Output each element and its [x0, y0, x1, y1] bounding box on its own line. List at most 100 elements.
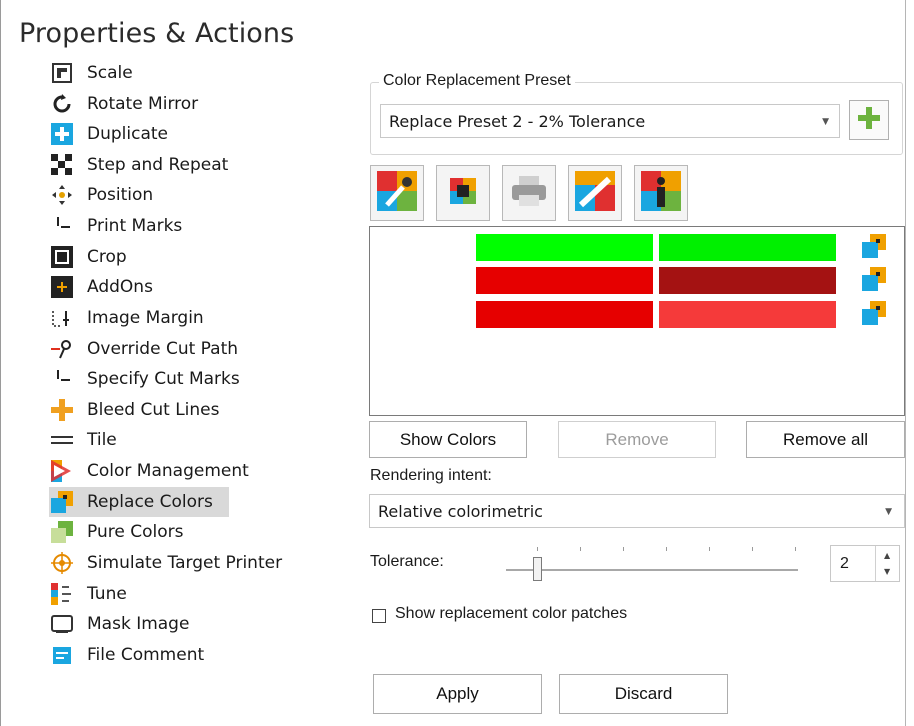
cut-marks-icon: [51, 368, 73, 390]
remove-button[interactable]: Remove: [558, 421, 716, 458]
tile-icon: [51, 429, 73, 451]
sidebar-item-pure-colors[interactable]: Pure Colors: [49, 517, 229, 547]
sidebar-item-label: Step and Repeat: [87, 155, 229, 175]
sidebar-item-rotate-mirror[interactable]: Rotate Mirror: [49, 89, 229, 119]
apply-button[interactable]: Apply: [373, 674, 542, 714]
replacement-color-swatch[interactable]: [659, 301, 836, 328]
sidebar-item-label: Scale: [87, 63, 133, 83]
sidebar-item-color-management[interactable]: Color Management: [49, 456, 249, 486]
show-patches-label: Show replacement color patches: [395, 605, 628, 622]
eyedropper-button[interactable]: [370, 165, 424, 221]
sidebar-item-label: Crop: [87, 247, 127, 267]
sidebar-item-mask-image[interactable]: Mask Image: [49, 609, 229, 639]
chevron-up-icon[interactable]: ▲: [884, 551, 890, 560]
sidebar-item-crop[interactable]: Crop: [49, 242, 229, 272]
preset-selected-value: Replace Preset 2 - 2% Tolerance: [389, 111, 646, 131]
color-patches-button[interactable]: [436, 165, 490, 221]
original-color-swatch[interactable]: [476, 301, 653, 328]
mask-image-icon: [51, 613, 73, 635]
measure-icon: [575, 171, 615, 215]
info-icon: [641, 171, 681, 215]
original-color-swatch[interactable]: [476, 234, 653, 261]
sidebar-item-label: Mask Image: [87, 614, 190, 634]
replace-colors-icon[interactable]: [862, 301, 886, 325]
replace-colors-icon[interactable]: [862, 267, 886, 291]
sidebar-item-replace-colors[interactable]: Replace Colors: [49, 487, 229, 517]
rendering-intent-value: Relative colorimetric: [378, 501, 543, 521]
tolerance-label: Tolerance:: [370, 553, 444, 570]
sidebar-item-file-comment[interactable]: File Comment: [49, 640, 229, 670]
sidebar-item-position[interactable]: Position: [49, 180, 229, 210]
cut-path-icon: [51, 338, 73, 360]
sidebar-item-label: Override Cut Path: [87, 339, 239, 359]
replacement-color-swatch[interactable]: [659, 234, 836, 261]
window-border-right: [905, 0, 906, 726]
sidebar-item-label: Duplicate: [87, 124, 168, 144]
file-comment-icon: [51, 644, 73, 666]
crop-icon: [51, 246, 73, 268]
print-marks-icon: [51, 215, 73, 237]
scale-icon: [51, 62, 73, 84]
tune-icon: [51, 583, 73, 605]
chevron-down-icon[interactable]: ▼: [884, 567, 890, 576]
sidebar-item-label: Replace Colors: [87, 492, 213, 512]
sidebar-item-label: Image Margin: [87, 308, 204, 328]
chevron-down-icon: ▼: [822, 117, 829, 127]
sidebar-item-step-repeat[interactable]: Step and Repeat: [49, 150, 229, 180]
sidebar-item-label: Color Management: [87, 461, 249, 481]
image-margin-icon: [51, 307, 73, 329]
sidebar-item-image-margin[interactable]: Image Margin: [49, 303, 229, 333]
sidebar-item-label: Pure Colors: [87, 522, 184, 542]
sidebar-item-scale[interactable]: Scale: [49, 58, 229, 88]
replace-colors-icon: [51, 491, 73, 513]
sidebar-item-label: Position: [87, 185, 154, 205]
sidebar-item-duplicate[interactable]: Duplicate: [49, 119, 229, 149]
color-patches-icon: [446, 174, 480, 212]
sidebar-item-label: File Comment: [87, 645, 205, 665]
info-button[interactable]: [634, 165, 688, 221]
rendering-intent-dropdown[interactable]: Relative colorimetric ▼: [369, 494, 905, 528]
printer-icon: [510, 174, 548, 212]
sidebar-item-tile[interactable]: Tile: [49, 425, 229, 455]
show-colors-button[interactable]: Show Colors: [369, 421, 527, 458]
slider-tick: [752, 547, 753, 551]
add-preset-button[interactable]: [849, 100, 889, 140]
sidebar-item-print-marks[interactable]: Print Marks: [49, 211, 229, 241]
sidebar-item-simulate-target-printer[interactable]: Simulate Target Printer: [49, 548, 282, 578]
tolerance-stepper[interactable]: 2 ▲ ▼: [830, 545, 900, 582]
duplicate-icon: [51, 123, 73, 145]
tolerance-value: 2: [840, 555, 849, 572]
sidebar-item-bleed-cut-lines[interactable]: Bleed Cut Lines: [49, 395, 229, 425]
pure-colors-icon: [51, 521, 73, 543]
sidebar-item-override-cut-path[interactable]: Override Cut Path: [49, 334, 238, 364]
stepper-arrows: ▲ ▼: [875, 546, 900, 581]
bleed-icon: [51, 399, 73, 421]
sidebar-item-label: Rotate Mirror: [87, 94, 199, 114]
sidebar-item-label: AddOns: [87, 277, 153, 297]
tolerance-slider[interactable]: [506, 569, 798, 571]
color-replacement-list[interactable]: [369, 226, 905, 416]
slider-tick: [537, 547, 538, 551]
discard-button[interactable]: Discard: [559, 674, 728, 714]
sidebar-item-specify-cut-marks[interactable]: Specify Cut Marks: [49, 364, 240, 394]
replacement-color-swatch[interactable]: [659, 267, 836, 294]
rotate-icon: [51, 93, 73, 115]
rendering-intent-label: Rendering intent:: [370, 467, 492, 484]
sidebar-item-tune[interactable]: Tune: [49, 579, 229, 609]
print-button[interactable]: [502, 165, 556, 221]
sidebar-item-addons[interactable]: AddOns: [49, 272, 229, 302]
sidebar-item-label: Tile: [87, 430, 117, 450]
addons-icon: [51, 276, 73, 298]
replace-colors-icon[interactable]: [862, 234, 886, 258]
slider-tick: [795, 547, 796, 551]
eyedropper-icon: [377, 171, 417, 215]
sidebar-item-label: Print Marks: [87, 216, 183, 236]
position-icon: [51, 184, 73, 206]
remove-all-button[interactable]: Remove all: [746, 421, 905, 458]
measure-button[interactable]: [568, 165, 622, 221]
tolerance-slider-thumb[interactable]: [533, 557, 542, 581]
color-management-icon: [51, 460, 73, 482]
original-color-swatch[interactable]: [476, 267, 653, 294]
show-patches-checkbox[interactable]: [372, 609, 386, 623]
preset-dropdown[interactable]: Replace Preset 2 - 2% Tolerance ▼: [380, 104, 840, 138]
